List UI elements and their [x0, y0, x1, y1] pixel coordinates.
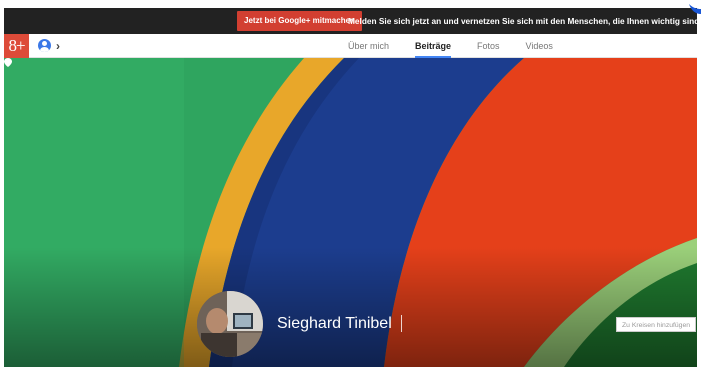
profile-tabs: Über mich Beiträge Fotos Videos — [348, 34, 579, 58]
google-plus-profile-page: Jetzt bei Google+ mitmachen Melden Sie s… — [4, 8, 697, 367]
cover-photo: Sieghard Tinibel Zu Kreisen hinzufügen — [4, 58, 697, 367]
tab-about[interactable]: Über mich — [348, 34, 389, 58]
profile-navbar: 8+ › Über mich Beiträge Fotos Videos — [4, 34, 697, 58]
tab-videos[interactable]: Videos — [526, 34, 553, 58]
name-separator — [401, 315, 402, 332]
account-icon[interactable] — [38, 39, 51, 52]
tab-posts[interactable]: Beiträge — [415, 34, 452, 58]
profile-avatar[interactable] — [197, 291, 263, 357]
tab-photos[interactable]: Fotos — [477, 34, 500, 58]
google-plus-icon[interactable]: 8+ — [4, 34, 29, 58]
profile-avatar-image — [197, 291, 263, 357]
promo-message: Melden Sie sich jetzt an und vernetzen S… — [348, 16, 697, 26]
signup-promo-bar: Jetzt bei Google+ mitmachen Melden Sie s… — [4, 8, 697, 34]
account-icon-head — [42, 41, 47, 46]
join-google-plus-button[interactable]: Jetzt bei Google+ mitmachen — [237, 11, 362, 31]
chevron-right-icon[interactable]: › — [56, 34, 60, 58]
cover-shade — [4, 247, 697, 367]
corner-decoration — [689, 0, 701, 14]
profile-name: Sieghard Tinibel — [277, 315, 392, 332]
add-to-circles-button[interactable]: Zu Kreisen hinzufügen — [616, 317, 697, 332]
account-icon-body — [40, 47, 49, 52]
location-pin-icon — [4, 58, 12, 67]
